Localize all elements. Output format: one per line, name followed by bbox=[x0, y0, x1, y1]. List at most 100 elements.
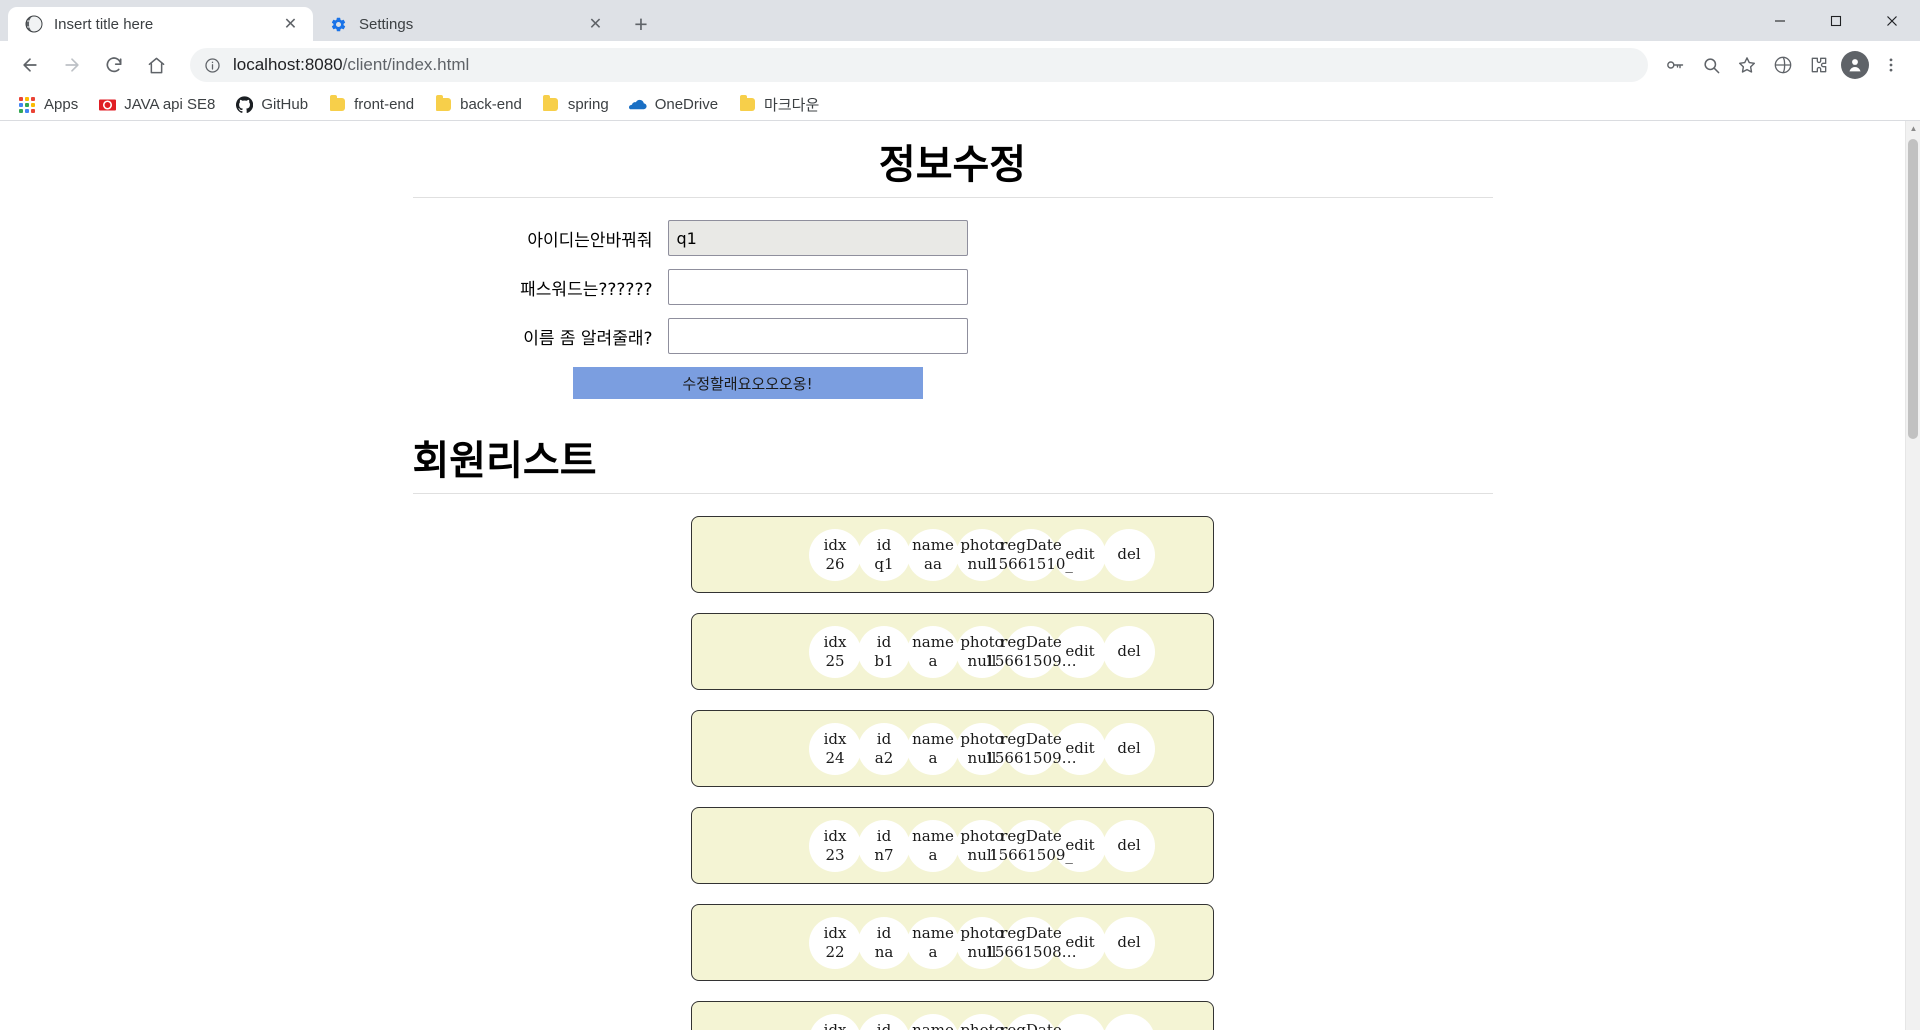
member-card: idx 26 id q1 name aa photo null regDate 15661510_… bbox=[691, 516, 1214, 593]
delete-member-button[interactable]: del bbox=[1103, 625, 1155, 678]
close-window-button[interactable] bbox=[1864, 0, 1920, 41]
edit-info-section: 정보수정 아이디는안바꿔줘 패스워드는?????? bbox=[412, 141, 1493, 399]
member-field-label: regDate bbox=[1000, 923, 1062, 942]
member-field-idx: idx21 bbox=[809, 1013, 861, 1030]
member-list-title: 회원리스트 bbox=[412, 438, 597, 484]
share-icon[interactable] bbox=[1766, 48, 1800, 82]
id-input[interactable] bbox=[667, 220, 968, 256]
delete-member-button[interactable]: del bbox=[1103, 1013, 1155, 1030]
key-icon[interactable] bbox=[1658, 48, 1692, 82]
member-field-idx: idx 24 bbox=[809, 722, 861, 775]
member-field-value: 15661509_ bbox=[989, 845, 1073, 864]
member-field-value: 15661509… bbox=[985, 748, 1077, 767]
member-card: idx 23 id n7 name a photo null regDate 15661509_ e… bbox=[691, 807, 1214, 884]
member-field-regdate: regDate 15661508… bbox=[985, 916, 1077, 969]
delete-member-button[interactable]: del bbox=[1103, 528, 1155, 581]
bookmark-apps[interactable]: Apps bbox=[10, 93, 86, 117]
member-field-label: idx bbox=[823, 535, 847, 554]
bookmark-markdown[interactable]: 마크다운 bbox=[730, 91, 827, 118]
member-field-idx: idx 22 bbox=[809, 916, 861, 969]
member-field-regdate: regDate 15661509… bbox=[985, 722, 1077, 775]
profile-avatar-icon[interactable] bbox=[1838, 48, 1872, 82]
delete-member-button[interactable]: del bbox=[1103, 722, 1155, 775]
tab-title: Insert title here bbox=[54, 15, 154, 33]
browser-toolbar: localhost:8080/client/index.html bbox=[0, 41, 1920, 89]
member-field-label: idx bbox=[823, 1020, 847, 1030]
member-field-label: regDate bbox=[1000, 535, 1062, 554]
member-field-value: b1 bbox=[874, 651, 894, 670]
scrollbar-thumb[interactable] bbox=[1908, 139, 1918, 439]
member-field-id: id n7 bbox=[858, 819, 910, 872]
page-scrollbar[interactable]: ▲ bbox=[1905, 121, 1920, 1030]
minimize-button[interactable] bbox=[1752, 0, 1808, 41]
tab-insert-title-here[interactable]: Insert title here ✕ bbox=[8, 7, 313, 41]
form-actions-spacer bbox=[413, 367, 573, 399]
member-field-regdate: regDate 15661509… bbox=[985, 625, 1077, 678]
member-field-regdate: regDate15661507… bbox=[1000, 1013, 1062, 1030]
member-field-label: regDate bbox=[1000, 632, 1062, 651]
member-field-value: aa bbox=[924, 554, 942, 573]
member-field-label: photo bbox=[960, 632, 1004, 651]
member-field-label: id bbox=[876, 632, 892, 651]
member-field-name: name a bbox=[907, 722, 959, 775]
member-field-value: 25 bbox=[825, 651, 845, 670]
search-magnifier-icon[interactable] bbox=[1694, 48, 1728, 82]
member-field-name: name a bbox=[907, 916, 959, 969]
member-field-id: ida1 bbox=[858, 1013, 910, 1030]
member-field-label: idx bbox=[823, 729, 847, 748]
scroll-up-arrow-icon[interactable]: ▲ bbox=[1906, 121, 1920, 136]
bookmark-front-end[interactable]: front-end bbox=[320, 93, 422, 117]
member-field-value: na bbox=[874, 942, 894, 961]
form-row-id: 아이디는안바꿔줘 bbox=[413, 220, 1493, 256]
member-field-name: name1 bbox=[907, 1013, 959, 1030]
member-field-label: name bbox=[912, 632, 954, 651]
maximize-button[interactable] bbox=[1808, 0, 1864, 41]
delete-member-button[interactable]: del bbox=[1103, 819, 1155, 872]
member-card: idx 25 id b1 name a photo null regDate 15661509… e… bbox=[691, 613, 1214, 690]
star-bookmark-icon[interactable] bbox=[1730, 48, 1764, 82]
password-input[interactable] bbox=[667, 269, 968, 305]
bookmark-github[interactable]: GitHub bbox=[227, 93, 316, 117]
github-icon bbox=[235, 96, 253, 114]
forward-arrow-icon[interactable] bbox=[54, 47, 90, 83]
page-container: 정보수정 아이디는안바꿔줘 패스워드는?????? bbox=[398, 141, 1508, 1030]
close-icon[interactable]: ✕ bbox=[280, 14, 301, 35]
member-field-regdate: regDate 15661510_ bbox=[989, 528, 1073, 581]
close-icon[interactable]: ✕ bbox=[585, 14, 606, 35]
apps-grid-icon bbox=[18, 96, 36, 114]
submit-update-button[interactable]: 수정할래요오오오옹! bbox=[572, 367, 923, 399]
member-field-id: id b1 bbox=[858, 625, 910, 678]
bookmark-back-end[interactable]: back-end bbox=[426, 93, 530, 117]
url-host: localhost:8080 bbox=[233, 55, 343, 74]
back-arrow-icon[interactable] bbox=[12, 47, 48, 83]
reload-icon[interactable] bbox=[96, 47, 132, 83]
onedrive-cloud-icon bbox=[628, 96, 647, 114]
action-label: del bbox=[1117, 642, 1141, 661]
folder-icon bbox=[434, 95, 452, 114]
toolbar-icons bbox=[1656, 48, 1908, 82]
member-field-label: id bbox=[876, 729, 892, 748]
extensions-puzzle-icon[interactable] bbox=[1802, 48, 1836, 82]
member-field-label: photo bbox=[960, 923, 1004, 942]
folder-icon bbox=[542, 95, 560, 114]
bookmark-spring[interactable]: spring bbox=[534, 93, 617, 117]
form-row-name: 이름 좀 알려줄래? bbox=[413, 318, 1493, 354]
new-tab-button[interactable]: + bbox=[624, 7, 658, 41]
window-controls bbox=[1752, 0, 1920, 41]
name-input[interactable] bbox=[667, 318, 968, 354]
member-field-value: 22 bbox=[825, 942, 845, 961]
address-bar[interactable]: localhost:8080/client/index.html bbox=[190, 48, 1648, 82]
bookmark-java-api-se8[interactable]: JAVA api SE8 bbox=[90, 93, 223, 117]
bookmark-onedrive[interactable]: OneDrive bbox=[621, 93, 726, 117]
address-bar-url: localhost:8080/client/index.html bbox=[233, 55, 469, 75]
password-field-wrapper bbox=[667, 269, 968, 305]
gear-icon bbox=[329, 15, 348, 34]
member-field-label: idx bbox=[823, 632, 847, 651]
info-circle-icon[interactable] bbox=[204, 57, 221, 74]
delete-member-button[interactable]: del bbox=[1103, 916, 1155, 969]
kebab-menu-icon[interactable] bbox=[1874, 48, 1908, 82]
member-field-value: a bbox=[928, 942, 938, 961]
tab-settings[interactable]: Settings ✕ bbox=[313, 7, 618, 41]
home-icon[interactable] bbox=[138, 47, 174, 83]
action-label: del bbox=[1117, 933, 1141, 952]
